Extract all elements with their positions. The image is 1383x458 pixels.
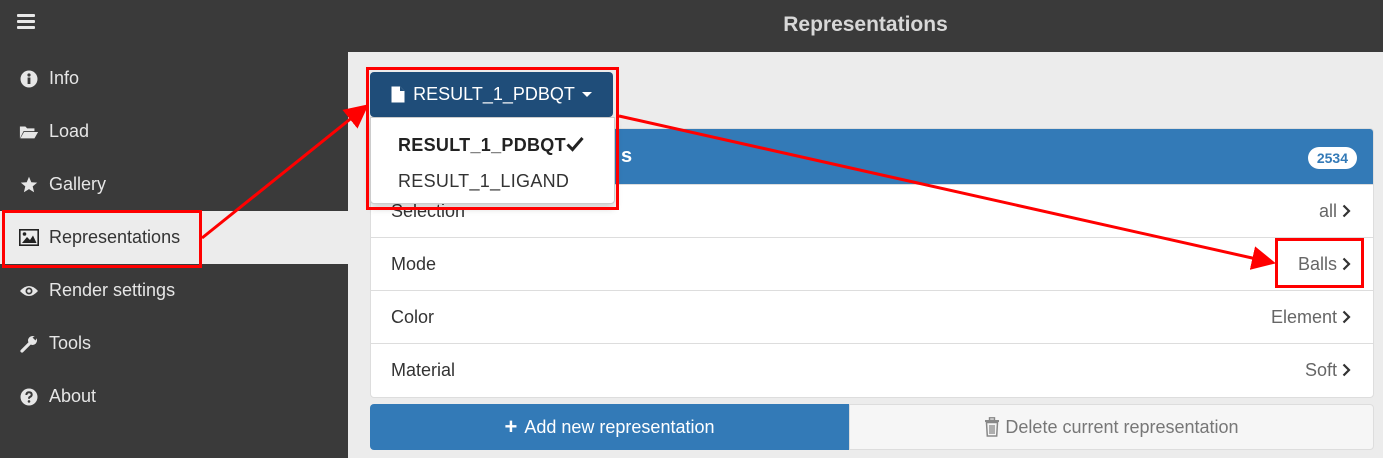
sidebar-item-label: About: [49, 386, 97, 406]
dropdown-option-pdbqt[interactable]: RESULT_1_PDBQT: [398, 135, 584, 156]
row-label: Material: [391, 359, 456, 380]
sidebar-item-label: Gallery: [49, 174, 107, 194]
sidebar-item-label: Tools: [49, 333, 92, 353]
star-icon: [19, 175, 39, 195]
sidebar-item-info[interactable]: Info: [0, 52, 348, 105]
checkmark-icon: [566, 137, 584, 152]
top-bar: Representations: [0, 0, 1383, 52]
sidebar-item-label: Representations: [49, 227, 181, 247]
sidebar-item-render-settings[interactable]: Render settings: [0, 264, 348, 317]
sidebar-item-about[interactable]: About: [0, 370, 348, 423]
file-icon: [391, 86, 405, 103]
atom-count-badge: 2534: [1307, 147, 1357, 169]
row-value: Soft: [1304, 359, 1337, 380]
caret-down-icon: [581, 92, 592, 97]
dropdown-selected-label: RESULT_1_PDBQT: [413, 84, 575, 104]
menu-icon[interactable]: [17, 14, 35, 30]
add-representation-label: Add new representation: [524, 416, 715, 437]
image-icon: [19, 228, 39, 248]
chevron-right-icon: [1342, 310, 1351, 324]
add-representation-button[interactable]: + Add new representation: [370, 404, 849, 450]
dropdown-option-label: RESULT_1_PDBQT: [398, 135, 566, 155]
row-color[interactable]: Color Element: [371, 290, 1373, 343]
chevron-right-icon: [1342, 204, 1351, 218]
sidebar-item-load[interactable]: Load: [0, 105, 348, 158]
row-mode[interactable]: Mode Balls: [371, 237, 1373, 290]
panel-header-title: s: [621, 145, 633, 167]
delete-representation-label: Delete current representation: [1005, 416, 1239, 437]
dropdown-option-ligand[interactable]: RESULT_1_LIGAND: [398, 171, 569, 192]
plus-icon: +: [504, 414, 518, 439]
page-title: Representations: [783, 13, 948, 36]
sidebar-item-gallery[interactable]: Gallery: [0, 158, 348, 211]
delete-representation-button[interactable]: Delete current representation: [849, 404, 1374, 450]
sidebar: Info Load Gallery Representations Render…: [0, 52, 348, 458]
structure-dropdown-button[interactable]: RESULT_1_PDBQT: [370, 72, 613, 117]
folder-open-icon: [19, 122, 39, 142]
chevron-right-icon: [1342, 257, 1351, 271]
dropdown-option-label: RESULT_1_LIGAND: [398, 171, 570, 191]
row-value: all: [1318, 200, 1337, 221]
question-circle-icon: [19, 387, 39, 407]
row-value: Balls: [1297, 253, 1337, 274]
row-label: Mode: [391, 253, 437, 274]
row-label: Color: [391, 306, 435, 327]
row-value: Element: [1270, 306, 1337, 327]
wrench-icon: [19, 334, 39, 354]
sidebar-item-label: Render settings: [49, 280, 176, 300]
sidebar-item-label: Info: [49, 68, 80, 88]
sidebar-item-label: Load: [49, 121, 90, 141]
chevron-right-icon: [1342, 363, 1351, 377]
structure-dropdown-menu: RESULT_1_PDBQT RESULT_1_LIGAND: [370, 117, 615, 204]
row-material[interactable]: Material Soft: [371, 343, 1373, 396]
sidebar-item-representations[interactable]: Representations: [0, 211, 348, 264]
sidebar-item-tools[interactable]: Tools: [0, 317, 348, 370]
eye-icon: [19, 281, 39, 301]
trash-icon: [985, 417, 1000, 437]
info-circle-icon: [19, 69, 39, 89]
